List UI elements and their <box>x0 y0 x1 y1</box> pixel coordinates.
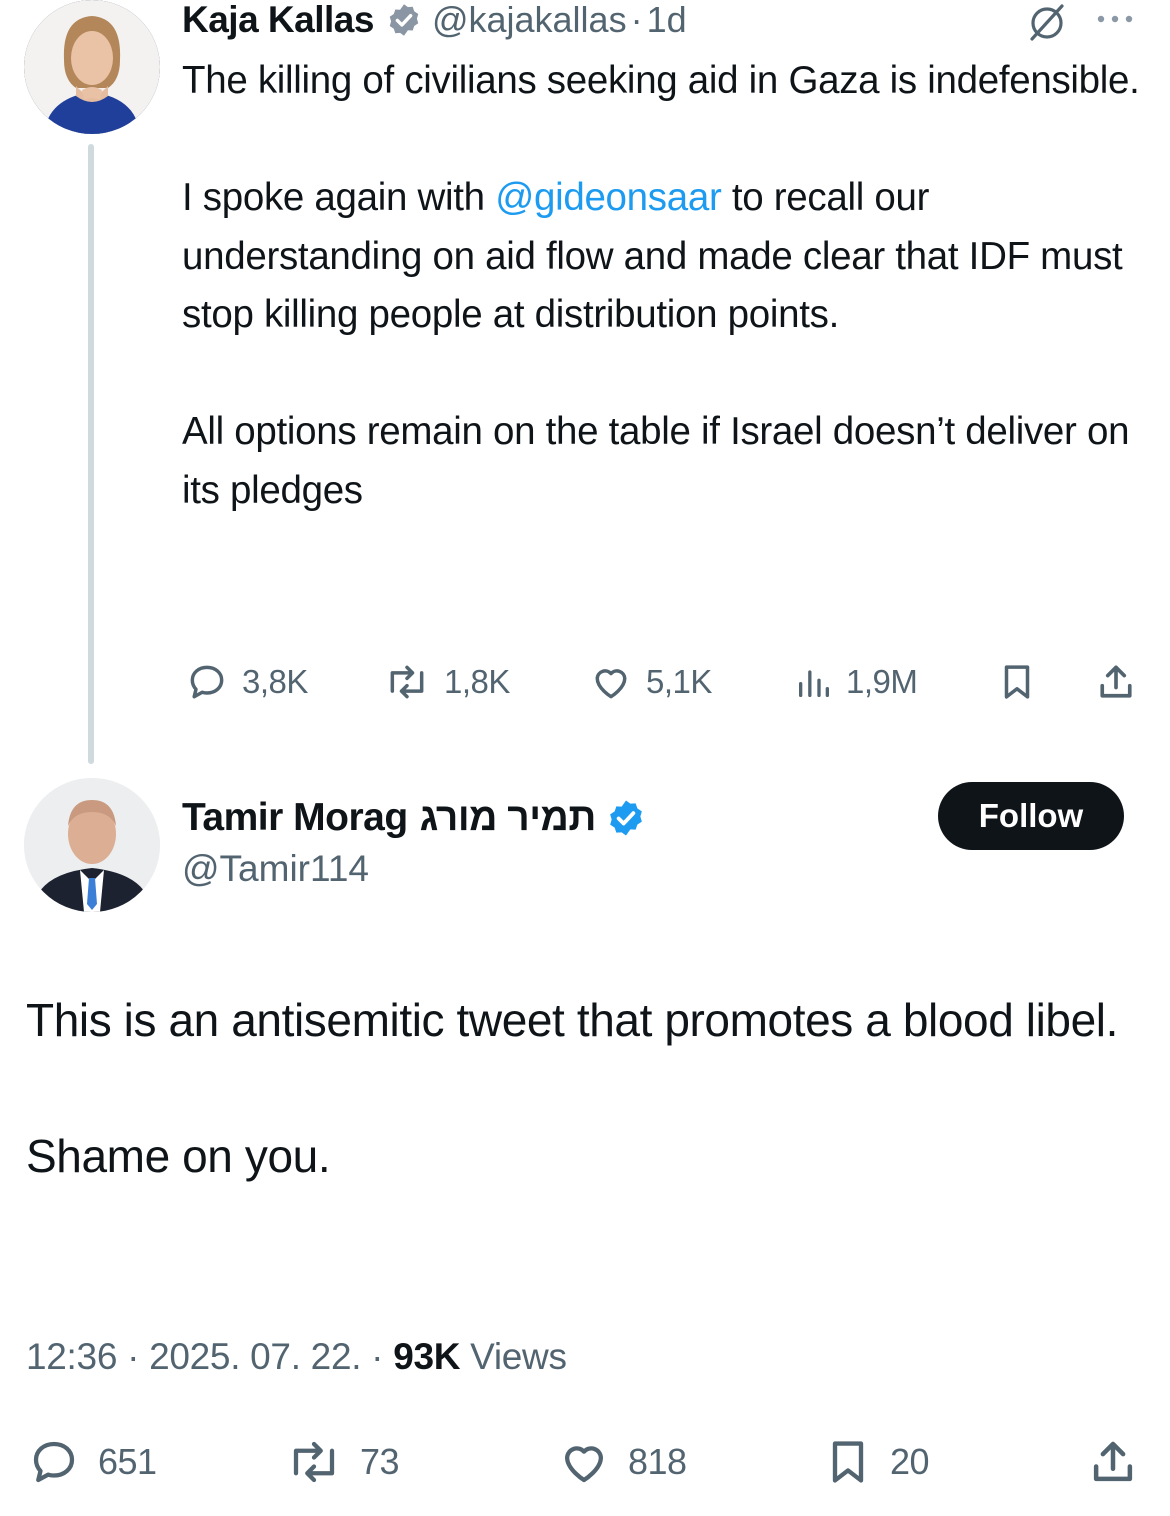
views-icon <box>794 660 834 704</box>
grok-icon[interactable] <box>1024 2 1070 42</box>
text-segment: I spoke again with <box>182 176 496 219</box>
like-count: 818 <box>628 1441 687 1482</box>
views-count: 1,9M <box>846 663 918 700</box>
bookmark-button[interactable]: 20 <box>822 1432 930 1492</box>
tweet-meta: 12:36 · 2025. 07. 22. · 93K Views <box>26 1336 567 1378</box>
repost-count: 1,8K <box>444 663 510 700</box>
author-name[interactable]: Kaja Kallas <box>182 0 374 41</box>
tweet-text-paragraph: This is an antisemitic tweet that promot… <box>26 994 1118 1046</box>
reply-button[interactable]: 3,8K <box>184 656 308 708</box>
reply-button[interactable]: 651 <box>26 1432 157 1492</box>
repost-button[interactable]: 1,8K <box>382 656 510 708</box>
like-button[interactable]: 5,1K <box>588 656 712 708</box>
share-button[interactable] <box>1094 656 1138 708</box>
views-button[interactable]: 1,9M <box>794 656 918 708</box>
follow-button[interactable]: Follow <box>938 782 1124 850</box>
bookmark-count: 20 <box>890 1441 930 1482</box>
tweet-text-paragraph: I spoke again with @gideonsaar to recall… <box>182 169 1142 345</box>
mention-link[interactable]: @gideonsaar <box>495 176 722 219</box>
author-handle[interactable]: @Tamir114 <box>182 848 369 890</box>
reply-tweet-actions: 651 73 818 20 <box>26 1432 1146 1492</box>
reply-tweet-text: This is an antisemitic tweet that promot… <box>26 986 1136 1190</box>
more-icon[interactable] <box>1092 4 1138 34</box>
repost-button[interactable]: 73 <box>284 1432 400 1492</box>
share-icon <box>1086 1434 1140 1490</box>
parent-tweet-text: The killing of civilians seeking aid in … <box>182 52 1142 520</box>
repost-icon <box>284 1435 344 1489</box>
thread-connector-line <box>88 144 94 764</box>
parent-tweet-header: Kaja Kallas @kajakallas · 1d <box>182 0 687 46</box>
separator-dot: · <box>117 1336 150 1377</box>
avatar-tamir-morag[interactable] <box>24 778 160 912</box>
share-button[interactable] <box>1086 1432 1140 1492</box>
like-button[interactable]: 818 <box>556 1432 687 1492</box>
reply-count: 651 <box>98 1441 157 1482</box>
repost-icon <box>382 660 432 704</box>
bookmark-button[interactable] <box>996 656 1038 708</box>
tweet-date[interactable]: 2025. 07. 22. <box>149 1336 361 1377</box>
reply-icon <box>184 660 230 704</box>
reply-count: 3,8K <box>242 663 308 700</box>
parent-tweet-actions: 3,8K 1,8K 5,1K 1,9M <box>182 656 1142 708</box>
verified-badge-icon[interactable] <box>386 2 422 38</box>
reply-icon <box>26 1435 82 1489</box>
tweet-time[interactable]: 12:36 <box>26 1336 117 1377</box>
verified-badge-icon[interactable] <box>606 798 646 838</box>
author-name-hebrew[interactable]: תמיר מורג <box>420 796 597 840</box>
tweet-age[interactable]: 1d <box>647 0 687 41</box>
tweet-thread-screenshot: Kaja Kallas @kajakallas · 1d The killing… <box>0 0 1170 1516</box>
separator-dot: · <box>630 0 643 40</box>
tweet-text-paragraph: All options remain on the table if Israe… <box>182 410 1130 512</box>
share-icon <box>1094 659 1138 705</box>
avatar-kaja-kallas[interactable] <box>24 0 160 134</box>
author-name[interactable]: Tamir Morag <box>182 796 408 840</box>
views-label: Views <box>460 1336 567 1377</box>
like-count: 5,1K <box>646 663 712 700</box>
tweet-text-paragraph: Shame on you. <box>26 1130 331 1182</box>
like-icon <box>556 1435 612 1489</box>
views-count[interactable]: 93K <box>393 1336 460 1377</box>
bookmark-icon <box>822 1434 874 1490</box>
author-handle[interactable]: @kajakallas <box>432 0 627 41</box>
like-icon <box>588 660 634 704</box>
reply-author-row: Tamir Morag תמיר מורג <box>182 790 646 846</box>
separator-dot: · <box>361 1336 394 1377</box>
repost-count: 73 <box>360 1441 400 1482</box>
tweet-text-paragraph: The killing of civilians seeking aid in … <box>182 59 1140 102</box>
bookmark-icon <box>996 659 1038 705</box>
